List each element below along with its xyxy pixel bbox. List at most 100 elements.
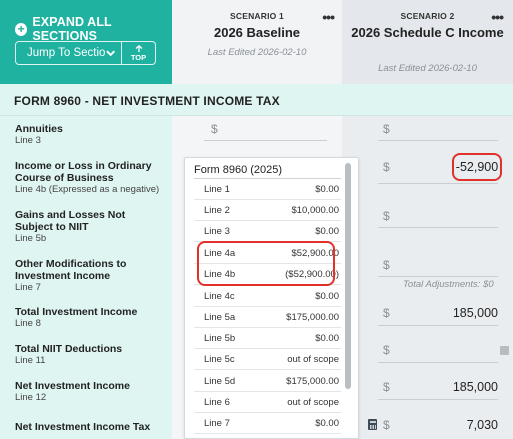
- row-line: Line 5b: [15, 233, 47, 244]
- top-label: TOP: [130, 52, 147, 62]
- input-underline: [378, 183, 498, 184]
- currency-symbol: $: [383, 306, 390, 320]
- section-title: FORM 8960 - NET INVESTMENT INCOME TAX: [14, 94, 280, 108]
- row-title: Total Investment Income: [15, 306, 138, 318]
- row-total-niit-deductions: Total NIIT Deductions Line 11: [15, 343, 165, 367]
- popup-line-row: Line 2 $10,000.00: [194, 200, 341, 221]
- row-title: Total NIIT Deductions: [15, 343, 123, 355]
- row-line: Line 7: [15, 282, 41, 293]
- currency-symbol: $: [383, 160, 390, 174]
- popup-line-row: Line 5d $175,000.00: [194, 371, 341, 392]
- popup-line-value: $175,000.00: [286, 312, 339, 323]
- note-icon[interactable]: [500, 346, 509, 355]
- scenario-2-net-investment-income: 185,000: [452, 380, 498, 394]
- scenario-2-menu-icon[interactable]: •••: [491, 9, 504, 25]
- row-gains-losses: Gains and Losses Not Subject to NIIT Lin…: [15, 209, 155, 245]
- scenario-1-annuities-input[interactable]: [204, 140, 327, 141]
- row-title: Net Investment Income: [15, 380, 130, 392]
- row-title: Other Modifications to Investment Income: [15, 258, 127, 282]
- row-income-loss-business: Income or Loss in Ordinary Course of Bus…: [15, 160, 160, 196]
- popup-line-name: Line 4c: [204, 291, 235, 302]
- jump-to-section-select[interactable]: Jump To Section: [15, 41, 122, 65]
- scenario-2-gains-losses-input[interactable]: [378, 227, 498, 228]
- expand-all-label: EXPAND ALL SECTIONS: [32, 15, 112, 43]
- popup-line-value: $0.00: [315, 418, 339, 429]
- popup-scrollbar[interactable]: [345, 163, 351, 389]
- row-other-modifications: Other Modifications to Investment Income…: [15, 258, 155, 294]
- popup-title: Form 8960 (2025): [194, 164, 283, 176]
- popup-line-row: Line 6 out of scope: [194, 392, 341, 413]
- scenario-2-header: SCENARIO 2 ••• 2026 Schedule C Income La…: [342, 0, 513, 84]
- arrow-up-icon: [135, 44, 142, 52]
- popup-line-name: Line 3: [204, 226, 230, 237]
- popup-line-name: Line 5c: [204, 354, 235, 365]
- scenario-2-edited: Last Edited 2026-02-10: [378, 63, 477, 74]
- scenario-2-niit-deductions-input[interactable]: [378, 362, 498, 363]
- row-niit: Net Investment Income Tax: [15, 421, 165, 433]
- scenario-2-annuities-input[interactable]: [378, 140, 498, 141]
- row-title: Annuities: [15, 123, 63, 135]
- popup-line-name: Line 1: [204, 184, 230, 195]
- popup-line-row: Line 4c $0.00: [194, 286, 341, 307]
- scroll-top-button[interactable]: TOP: [122, 41, 156, 65]
- currency-symbol: $: [383, 343, 390, 357]
- row-line: Line 11: [15, 355, 46, 366]
- row-title: Net Investment Income Tax: [15, 421, 151, 433]
- currency-symbol: $: [383, 258, 390, 272]
- popup-line-name: Line 6: [204, 397, 230, 408]
- chevron-down-icon: [105, 50, 115, 56]
- popup-line-row: Line 3 $0.00: [194, 221, 341, 242]
- scenario-1-menu-icon[interactable]: •••: [322, 9, 335, 25]
- popup-line-row: Line 1 $0.00: [194, 179, 341, 200]
- input-underline: [378, 399, 498, 400]
- jump-to-section-label: Jump To Section: [27, 47, 106, 59]
- scenario-2-label: SCENARIO 2: [400, 11, 455, 21]
- sidebar-header: + EXPAND ALL SECTIONS Jump To Section TO…: [0, 0, 172, 84]
- scenario-2-total-investment-income: 185,000: [452, 306, 498, 320]
- popup-line-row: Line 5a $175,000.00: [194, 307, 341, 328]
- scenario-2-income-loss-input[interactable]: -52,900: [452, 153, 502, 181]
- scenario-2-other-modifications-input[interactable]: [378, 276, 498, 277]
- input-underline: [378, 325, 498, 326]
- row-title: Income or Loss in Ordinary Course of Bus…: [15, 160, 152, 184]
- currency-symbol: $: [383, 122, 390, 136]
- currency-symbol: $: [383, 209, 390, 223]
- scenario-2-name: 2026 Schedule C Income: [351, 25, 504, 40]
- popup-line-value: $0.00: [315, 226, 339, 237]
- popup-line-name: Line 5b: [204, 333, 236, 344]
- currency-symbol: $: [383, 380, 390, 394]
- popup-line-row: Line 7 $0.00: [194, 413, 341, 434]
- row-net-investment-income: Net Investment Income Line 12: [15, 380, 165, 404]
- row-line: Line 3: [15, 135, 41, 146]
- popup-line-name: Line 5a: [204, 312, 236, 323]
- popup-line-value: $0.00: [315, 291, 339, 302]
- popup-line-name: Line 7: [204, 418, 230, 429]
- total-adjustments-text: Total Adjustments: $0: [403, 279, 494, 290]
- popup-line-name: Line 2: [204, 205, 230, 216]
- scenario-1-label: SCENARIO 1: [230, 11, 284, 21]
- row-line: Line 4b (Expressed as a negative): [15, 184, 160, 195]
- popup-line-value: $175,000.00: [286, 376, 339, 387]
- section-header[interactable]: FORM 8960 - NET INVESTMENT INCOME TAX: [0, 84, 513, 116]
- calculator-icon[interactable]: [368, 419, 377, 430]
- scenario-2-niit: 7,030: [466, 418, 498, 432]
- row-title: Gains and Losses Not Subject to NIIT: [15, 209, 126, 233]
- expand-all-sections-button[interactable]: + EXPAND ALL SECTIONS: [15, 15, 172, 43]
- popup-line-name: Line 5d: [204, 376, 236, 387]
- popup-line-value: out of scope: [287, 354, 339, 365]
- currency-symbol: $: [211, 122, 218, 136]
- popup-line-value: $0.00: [315, 184, 339, 195]
- scenario-1-header: SCENARIO 1 ••• 2026 Baseline Last Edited…: [172, 0, 342, 84]
- jump-controls: Jump To Section TOP: [15, 41, 156, 65]
- plus-circle-icon: +: [15, 22, 28, 36]
- scenario-2-income-loss-value: -52,900: [455, 160, 499, 174]
- scenario-1-edited: Last Edited 2026-02-10: [207, 47, 307, 58]
- form-8960-popup[interactable]: Form 8960 (2025) Line 1 $0.00 Line 2 $10…: [184, 157, 359, 439]
- popup-line-value: $10,000.00: [291, 205, 339, 216]
- line-4-highlight: [197, 241, 335, 286]
- row-total-investment-income: Total Investment Income Line 8: [15, 306, 165, 330]
- row-line: Line 12: [15, 392, 47, 403]
- popup-line-value: $0.00: [315, 333, 339, 344]
- popup-line-row: Line 5c out of scope: [194, 349, 341, 370]
- popup-line-row: Line 5b $0.00: [194, 328, 341, 349]
